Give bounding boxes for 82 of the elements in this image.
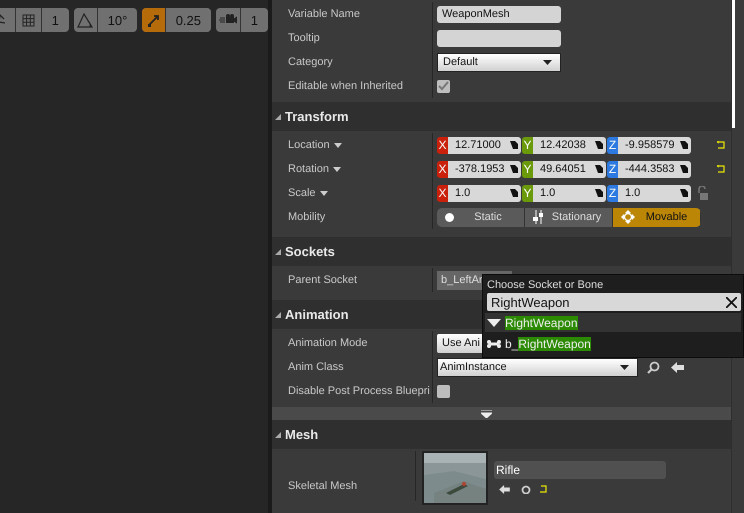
search-field[interactable]: RightWeapon xyxy=(487,293,741,311)
text-field[interactable] xyxy=(437,30,561,46)
property-label: Disable Post Process Bluepri xyxy=(288,385,430,397)
property-label: Anim Class xyxy=(288,361,344,373)
category-dropdown[interactable]: Default xyxy=(437,52,561,72)
drag-corner-icon xyxy=(680,189,688,197)
checkbox[interactable] xyxy=(437,384,450,398)
property-label: Parent Socket xyxy=(288,274,358,286)
scrollbar-thumb[interactable] xyxy=(732,0,735,128)
expand-icon[interactable] xyxy=(481,410,492,418)
number-field[interactable]: 49.64051 xyxy=(533,160,606,178)
drag-corner-icon xyxy=(510,141,518,149)
property-label: Animation Mode xyxy=(288,337,368,349)
property-label: Location xyxy=(288,139,330,151)
axis-label: X xyxy=(437,160,448,178)
caret-icon[interactable] xyxy=(320,190,328,196)
number-field[interactable]: 1.0 xyxy=(533,184,606,202)
reset-icon[interactable] xyxy=(717,165,726,173)
property-label: Scale xyxy=(288,187,316,199)
axis-label: X xyxy=(437,184,448,202)
number-field[interactable]: -9.958579 xyxy=(618,136,691,154)
caret-icon[interactable] xyxy=(332,166,341,172)
section-title[interactable]: Mesh xyxy=(285,427,318,442)
camera-icon[interactable] xyxy=(216,8,241,32)
slider-icon xyxy=(533,210,543,224)
drag-corner-icon xyxy=(680,165,688,173)
arrow-left-icon[interactable] xyxy=(671,362,684,372)
axis-label: Y xyxy=(522,160,533,178)
text-field[interactable]: WeaponMesh xyxy=(437,6,561,22)
caret-icon xyxy=(543,60,552,64)
property-label: Variable Name xyxy=(288,8,360,20)
axis-label: Z xyxy=(607,160,618,178)
property-label: Editable when Inherited xyxy=(288,80,403,92)
reset-icon[interactable] xyxy=(717,141,726,149)
caret-icon xyxy=(487,318,501,326)
mobility-option[interactable]: Movable xyxy=(613,208,701,226)
drag-corner-icon xyxy=(510,189,518,197)
axis-label: Z xyxy=(607,184,618,202)
axis-label: X xyxy=(437,136,448,154)
scale-icon[interactable] xyxy=(142,8,166,32)
section-title[interactable]: Animation xyxy=(285,307,349,322)
drag-corner-icon xyxy=(680,141,688,149)
collapse-icon[interactable] xyxy=(275,432,281,438)
dot-icon xyxy=(445,212,454,222)
class-dropdown[interactable]: AnimInstance xyxy=(437,358,638,376)
section-title[interactable]: Transform xyxy=(285,109,349,124)
axis-label: Y xyxy=(522,184,533,202)
move-icon xyxy=(621,210,635,224)
checkbox[interactable] xyxy=(437,80,450,92)
axis-label: Z xyxy=(607,136,618,154)
number-field[interactable]: -444.3583 xyxy=(618,160,691,178)
arrow-left-icon[interactable] xyxy=(498,484,511,494)
number-field[interactable]: 12.42038 xyxy=(533,136,606,154)
caret-icon[interactable] xyxy=(334,142,342,148)
property-label: Category xyxy=(288,56,333,68)
axis-label: Y xyxy=(522,136,533,154)
lock-icon[interactable] xyxy=(697,186,709,200)
property-label: Rotation xyxy=(288,163,329,175)
property-label: Skeletal Mesh xyxy=(288,480,358,492)
reset-icon[interactable] xyxy=(539,484,548,492)
drag-corner-icon xyxy=(595,141,603,149)
number-field[interactable]: 1.0 xyxy=(448,184,521,202)
collapse-icon[interactable] xyxy=(275,114,281,120)
drag-corner-icon xyxy=(595,189,603,197)
property-label: Tooltip xyxy=(288,32,320,44)
asset-dropdown[interactable]: Rifle xyxy=(494,460,666,478)
section-title[interactable]: Sockets xyxy=(285,244,335,259)
bone-icon xyxy=(487,340,501,348)
drag-corner-icon xyxy=(510,165,518,173)
collapse-icon[interactable] xyxy=(275,248,281,254)
property-label: Mobility xyxy=(288,211,326,223)
number-field[interactable]: 1.0 xyxy=(618,184,691,202)
close-icon[interactable] xyxy=(726,296,737,308)
number-field[interactable]: -378.1953 xyxy=(448,160,521,178)
search-icon[interactable] xyxy=(519,484,531,494)
number-field[interactable]: 12.71000 xyxy=(448,136,521,154)
socket-item[interactable]: RightWeapon xyxy=(485,313,741,332)
drag-corner-icon xyxy=(595,165,603,173)
mobility-option[interactable]: Static xyxy=(437,208,525,226)
caret-icon xyxy=(620,364,629,370)
search-icon[interactable] xyxy=(647,360,660,374)
collapse-icon[interactable] xyxy=(275,312,281,318)
